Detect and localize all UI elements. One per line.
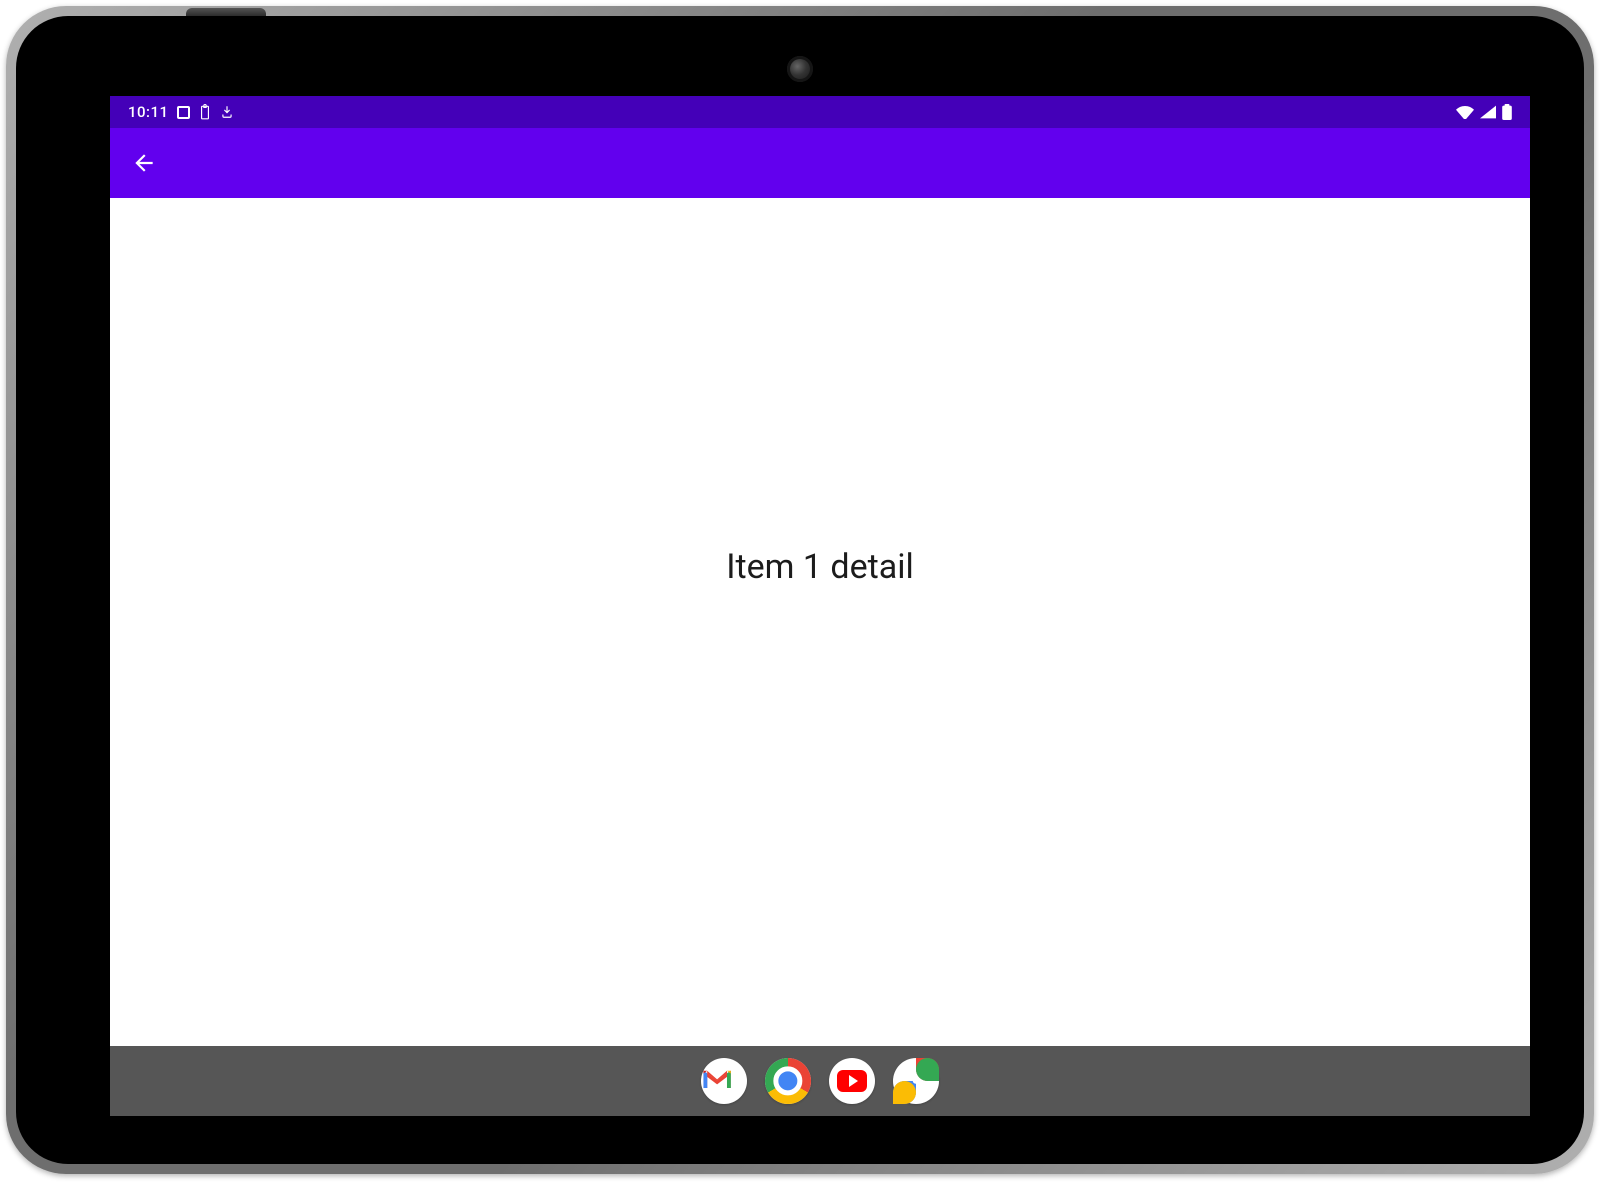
taskbar-app-chrome[interactable] (765, 1058, 811, 1104)
chrome-icon (765, 1058, 811, 1104)
status-bar: 10:11 (110, 96, 1530, 128)
status-clock: 10:11 (128, 103, 169, 121)
clipboard-icon (198, 104, 212, 120)
taskbar-app-gmail[interactable] (701, 1058, 747, 1104)
taskbar-app-photos[interactable] (893, 1058, 939, 1104)
status-bar-left: 10:11 (128, 103, 234, 121)
save-icon (220, 104, 234, 120)
tablet-frame: 10:11 (6, 6, 1594, 1174)
notification-icon (177, 106, 190, 119)
tablet-bezel: 10:11 (16, 16, 1584, 1164)
wifi-icon (1456, 105, 1474, 119)
front-camera (787, 56, 813, 82)
status-bar-right (1456, 104, 1512, 120)
signal-icon (1480, 105, 1496, 119)
gmail-icon (701, 1067, 747, 1096)
youtube-icon (829, 1058, 875, 1104)
device-screen: 10:11 (110, 96, 1530, 1116)
back-button[interactable] (120, 139, 168, 187)
arrow-back-icon (131, 150, 157, 176)
item-detail-text: Item 1 detail (726, 547, 914, 587)
photos-icon (893, 1058, 939, 1104)
battery-icon (1502, 104, 1512, 120)
app-bar (110, 128, 1530, 198)
taskbar (110, 1046, 1530, 1116)
content-area: Item 1 detail (110, 198, 1530, 1046)
taskbar-app-youtube[interactable] (829, 1058, 875, 1104)
